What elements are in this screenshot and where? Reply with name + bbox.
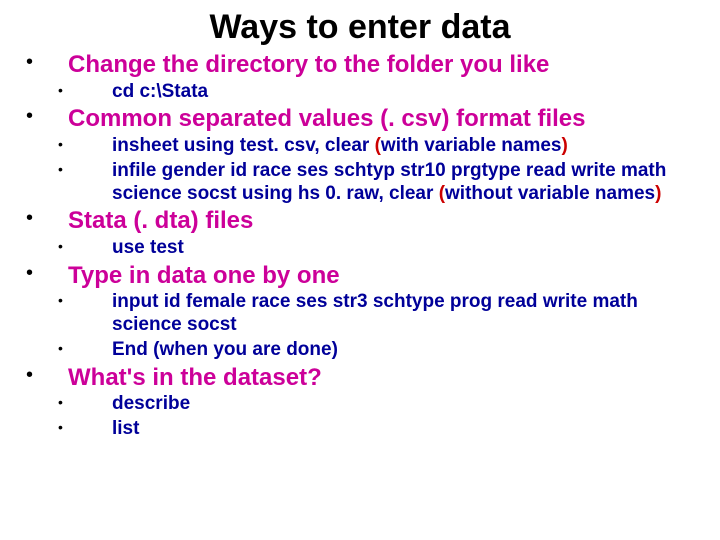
sub-item-text: use test bbox=[112, 237, 700, 260]
section-heading: •Change the directory to the folder you … bbox=[20, 51, 700, 79]
bullet-icon: • bbox=[58, 418, 112, 438]
bullet-icon: • bbox=[58, 135, 112, 155]
sub-item-text: End (when you are done) bbox=[112, 339, 700, 362]
bullet-icon: • bbox=[58, 393, 112, 413]
sub-item: •use test bbox=[20, 237, 700, 260]
section-heading: •Common separated values (. csv) format … bbox=[20, 105, 700, 133]
bullet-icon: • bbox=[58, 291, 112, 311]
sub-item: •input id female race ses str3 schtype p… bbox=[20, 291, 700, 337]
section-heading-text: Stata (. dta) files bbox=[68, 207, 700, 235]
bullet-icon: • bbox=[58, 81, 112, 101]
bullet-icon: • bbox=[58, 237, 112, 257]
sub-item-text: cd c:\Stata bbox=[112, 81, 700, 104]
section-heading: •Stata (. dta) files bbox=[20, 207, 700, 235]
section-heading-text: What's in the dataset? bbox=[68, 364, 700, 392]
bullet-icon: • bbox=[20, 51, 68, 73]
sub-item-text: describe bbox=[112, 393, 700, 416]
sub-item: •infile gender id race ses schtyp str10 … bbox=[20, 160, 700, 206]
section-heading: •What's in the dataset? bbox=[20, 364, 700, 392]
sub-item-text: list bbox=[112, 418, 700, 441]
bullet-icon: • bbox=[58, 339, 112, 359]
bullet-icon: • bbox=[20, 105, 68, 127]
bullet-icon: • bbox=[20, 364, 68, 386]
slide-body: •Change the directory to the folder you … bbox=[20, 51, 700, 441]
sub-item: •describe bbox=[20, 393, 700, 416]
bullet-icon: • bbox=[58, 160, 112, 180]
section-heading-text: Change the directory to the folder you l… bbox=[68, 51, 700, 79]
sub-item: •list bbox=[20, 418, 700, 441]
slide-title: Ways to enter data bbox=[20, 8, 700, 47]
sub-item-text: infile gender id race ses schtyp str10 p… bbox=[112, 160, 700, 206]
bullet-icon: • bbox=[20, 262, 68, 284]
sub-item-text: insheet using test. csv, clear (with var… bbox=[112, 135, 700, 158]
sub-item: •End (when you are done) bbox=[20, 339, 700, 362]
section-heading: •Type in data one by one bbox=[20, 262, 700, 290]
section-heading-text: Common separated values (. csv) format f… bbox=[68, 105, 700, 133]
sub-item-text: input id female race ses str3 schtype pr… bbox=[112, 291, 700, 337]
sub-item: •cd c:\Stata bbox=[20, 81, 700, 104]
bullet-icon: • bbox=[20, 207, 68, 229]
sub-item: •insheet using test. csv, clear (with va… bbox=[20, 135, 700, 158]
section-heading-text: Type in data one by one bbox=[68, 262, 700, 290]
